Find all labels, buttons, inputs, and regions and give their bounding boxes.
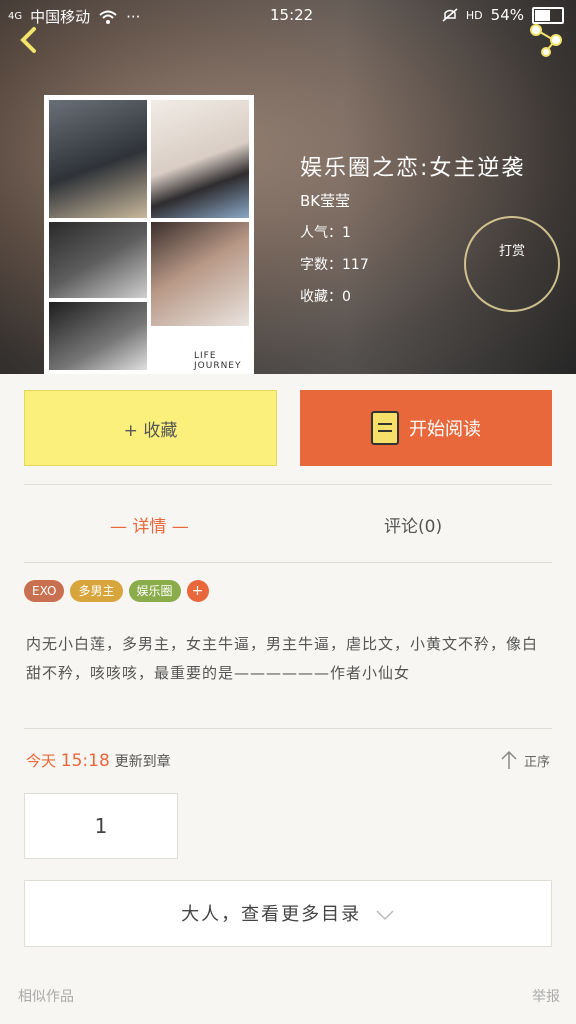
back-arrow-icon[interactable] (16, 26, 44, 54)
clock: 15:22 (270, 6, 314, 24)
book-icon (371, 411, 399, 445)
more-indicator: ··· (126, 7, 141, 26)
arrow-up-icon (501, 750, 517, 769)
favorites-stat: 收藏：0 (300, 289, 351, 305)
start-reading-button[interactable]: 开始阅读 (300, 390, 552, 466)
hd-call-indicator: HD (465, 8, 483, 22)
cover-photo (49, 222, 147, 298)
divider (24, 484, 552, 485)
chapter-item[interactable]: 1 (24, 793, 178, 859)
wifi-icon (99, 10, 117, 24)
cover-photo (151, 100, 249, 218)
sort-label: 正序 (523, 754, 550, 770)
tab-detail[interactable]: — 详情 — (110, 512, 189, 537)
battery-icon (532, 6, 564, 24)
favorite-button[interactable]: + 收藏 (24, 390, 277, 466)
battery-percent: 54% (490, 6, 524, 24)
tag[interactable]: EXO (24, 580, 65, 602)
divider (24, 562, 552, 563)
more-catalog-button[interactable]: 大人，查看更多目录 (24, 880, 552, 947)
cover-photo (151, 222, 249, 326)
favorite-label: + 收藏 (123, 420, 178, 441)
chevron-down-icon (376, 910, 394, 921)
update-prefix: 今天 (26, 752, 57, 770)
cover-photo (49, 302, 147, 370)
tag-list: EXO 多男主 娱乐圈 + (24, 580, 209, 602)
more-catalog-label: 大人，查看更多目录 (181, 904, 362, 925)
cover-caption: LIFE JOURNEY (194, 351, 242, 371)
divider (24, 728, 552, 729)
report-link[interactable]: 举报 (532, 986, 560, 1006)
book-cover[interactable]: LIFE JOURNEY (44, 95, 254, 374)
tip-label: 打赏 (498, 244, 525, 259)
network-indicator: 4G (8, 11, 23, 22)
share-icon[interactable] (526, 22, 566, 58)
sort-button[interactable]: 正序 (500, 750, 550, 770)
update-time: 15:18 (60, 751, 110, 771)
similar-works-link[interactable]: 相似作品 (18, 986, 74, 1006)
similar-works-label: 相似作品 (18, 989, 74, 1005)
add-tag-button[interactable]: + (186, 580, 209, 602)
popularity-stat: 人气：1 (300, 225, 351, 241)
cover-photo (49, 100, 147, 218)
status-bar: 4G 中国移动 ··· 15:22 HD 54% (0, 0, 576, 30)
update-info: 今天 15:18 更新到章 (26, 750, 171, 771)
start-reading-label: 开始阅读 (409, 419, 481, 440)
mute-icon (442, 8, 458, 22)
book-description: 内无小白莲，多男主，女主牛逼，男主牛逼，虐比文，小黄文不矜，像白甜不矜，咳咳咳，… (26, 635, 539, 682)
tip-button[interactable]: 打赏 (464, 216, 560, 312)
word-count-stat: 字数：117 (300, 257, 369, 273)
tag[interactable]: 多男主 (70, 580, 123, 602)
update-suffix: 更新到章 (114, 754, 171, 770)
tab-comments[interactable]: 评论(0) (384, 512, 442, 537)
book-author[interactable]: BK莹莹 (300, 190, 350, 211)
book-title: 娱乐圈之恋:女主逆袭 (300, 156, 526, 181)
tag[interactable]: 娱乐圈 (128, 580, 181, 602)
carrier-label: 中国移动 (30, 8, 91, 26)
